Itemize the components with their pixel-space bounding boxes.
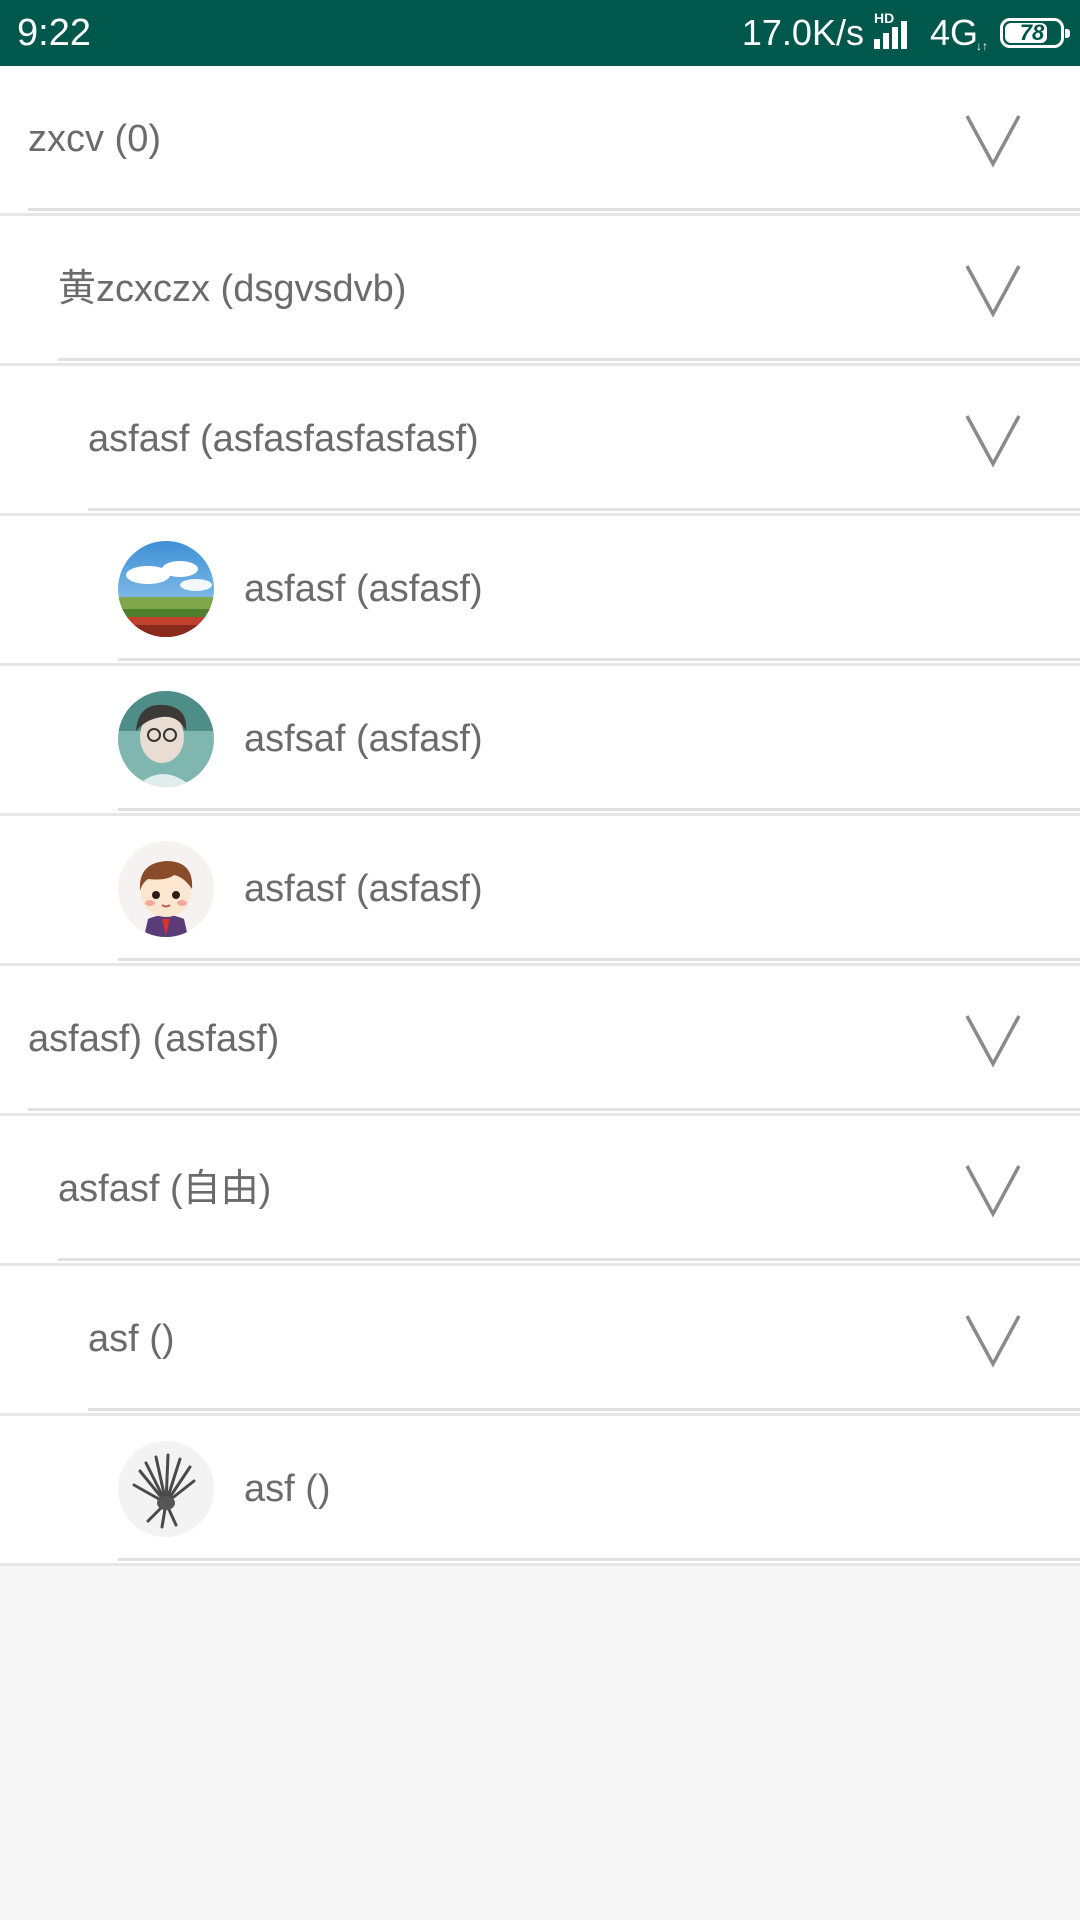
member-row[interactable]: asfasf (asfasf) — [0, 516, 1080, 666]
row-label: zxcv (0) — [28, 118, 161, 160]
chevron-down-icon[interactable] — [963, 112, 1023, 168]
row-label: asfasf (asfasf) — [244, 868, 483, 910]
member-row[interactable]: asfasf (asfasf) — [0, 816, 1080, 966]
group-row[interactable]: asfasf (自由) — [0, 1116, 1080, 1266]
signal-icon: HD — [873, 11, 920, 53]
chevron-down-icon[interactable] — [963, 1162, 1023, 1218]
network-activity-icon: ↓↑ — [976, 39, 988, 53]
group-row[interactable]: 黄zcxczx (dsgvsdvb) — [0, 216, 1080, 366]
chevron-down-icon[interactable] — [963, 1312, 1023, 1368]
group-row[interactable]: asfasf) (asfasf) — [0, 966, 1080, 1116]
member-row[interactable]: asf () — [0, 1416, 1080, 1566]
group-row[interactable]: asfasf (asfasfasfasfasf) — [0, 366, 1080, 516]
battery-icon: 78 — [1000, 18, 1070, 48]
row-label: asfasf (自由) — [58, 1168, 272, 1210]
chevron-down-icon[interactable] — [963, 412, 1023, 468]
tree-list: zxcv (0) 黄zcxczx (dsgvsdvb) asfasf (asfasf… — [0, 66, 1080, 1566]
chevron-down-icon[interactable] — [963, 1012, 1023, 1068]
group-row[interactable]: zxcv (0) — [0, 66, 1080, 216]
cartoon-boy-avatar — [118, 841, 214, 937]
row-label: asfasf (asfasfasfasfasf) — [88, 418, 479, 460]
row-label: asfasf (asfasf) — [244, 568, 483, 610]
group-row[interactable]: asf () — [0, 1266, 1080, 1416]
status-bar: 9:22 17.0K/s HD 4G ↓↑ 78 — [0, 0, 1080, 66]
landscape-avatar — [118, 541, 214, 637]
row-label: asf () — [244, 1468, 331, 1510]
row-divider — [28, 208, 1080, 211]
row-label: asfsaf (asfasf) — [244, 718, 483, 760]
row-label: asfasf) (asfasf) — [28, 1018, 280, 1060]
member-row[interactable]: asfsaf (asfasf) — [0, 666, 1080, 816]
row-label: asf () — [88, 1318, 175, 1360]
status-indicators: 17.0K/s HD 4G ↓↑ 78 — [741, 10, 1070, 56]
status-time: 9:22 — [17, 12, 91, 54]
network-type: 4G ↓↑ — [929, 12, 988, 54]
girl-portrait-avatar — [118, 691, 214, 787]
battery-level: 78 — [1019, 20, 1045, 45]
feather-headdress-avatar — [118, 1441, 214, 1537]
chevron-down-icon[interactable] — [963, 262, 1023, 318]
net-speed: 17.0K/s — [741, 12, 864, 53]
row-label: 黄zcxczx (dsgvsdvb) — [58, 268, 407, 310]
row-divider — [88, 1408, 1080, 1411]
network-type-label: 4G — [929, 12, 978, 53]
